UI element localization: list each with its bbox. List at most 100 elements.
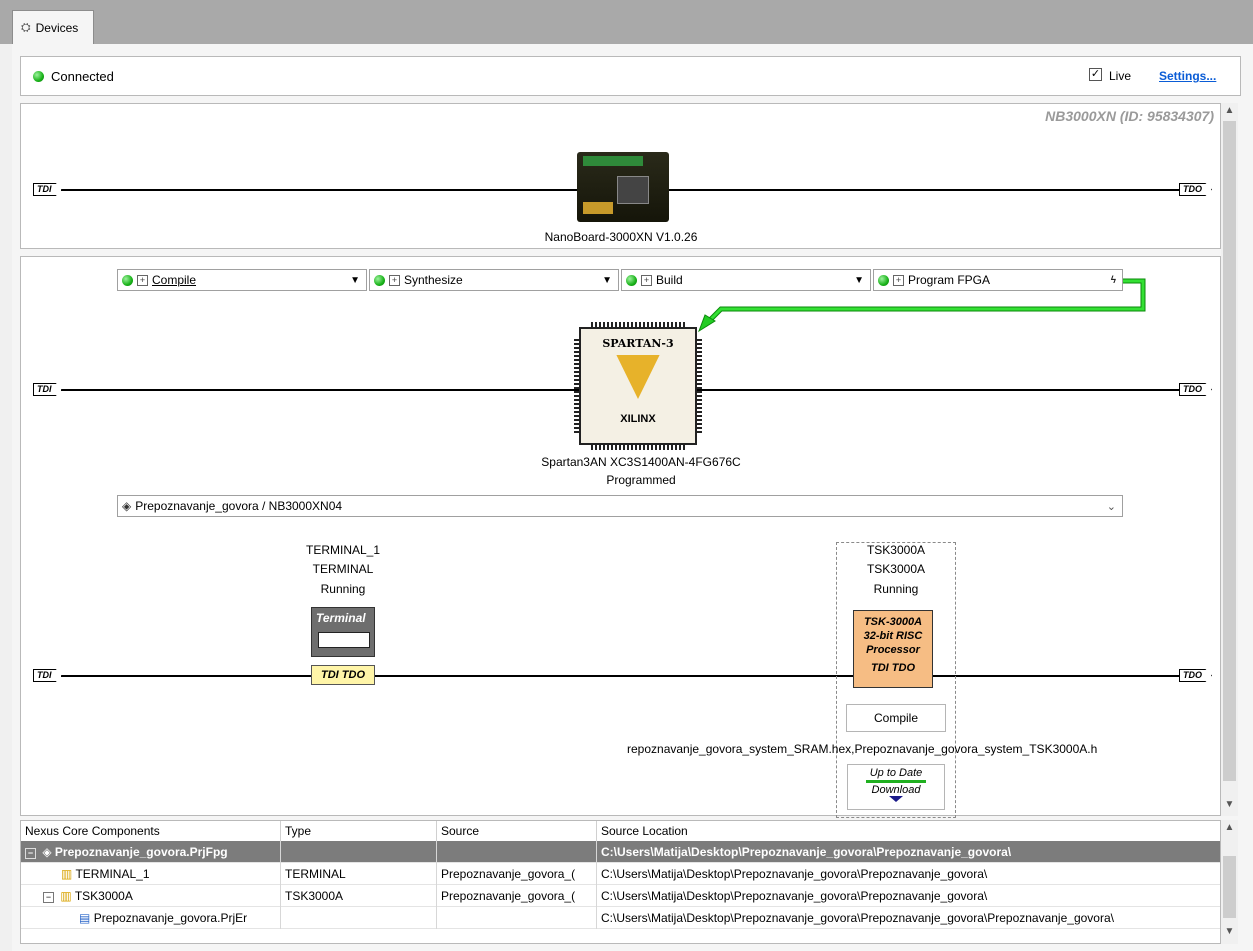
tsk-files-label: repoznavanje_govora_system_SRAM.hex,Prep…: [627, 742, 1098, 756]
tab-devices[interactable]: ⛭ Devices: [12, 10, 94, 44]
scroll-up-icon[interactable]: ▲: [1221, 105, 1238, 116]
component-icon: ▥: [60, 889, 72, 903]
download-label: Download: [871, 784, 921, 796]
terminal-state: Running: [320, 582, 366, 596]
table-scrollbar[interactable]: ▲ ▼: [1221, 820, 1238, 944]
compile-status-icon: [122, 274, 133, 286]
terminal-type: TERMINAL: [312, 562, 374, 576]
scroll-down-icon[interactable]: ▼: [1221, 926, 1238, 937]
board-name-label: NanoBoard-3000XN V1.0.26: [544, 230, 698, 244]
settings-link[interactable]: Settings...: [1159, 69, 1216, 83]
terminal-jtag-port: TDI TDO: [311, 665, 375, 685]
row-name-cell: − ◈ Prepoznavanje_govora.PrjFpg: [21, 841, 281, 863]
board-chip-icon: [617, 176, 649, 204]
board-tdo-icon: TDO: [1179, 183, 1212, 196]
chevron-down-icon[interactable]: ⌄: [1107, 500, 1116, 513]
row-source: [437, 841, 597, 863]
fpga-vendor-label: XILINX: [620, 413, 656, 425]
build-status-icon: [626, 274, 637, 286]
table-row[interactable]: ▥ TERMINAL_1 TERMINAL Prepoznavanje_govo…: [21, 863, 1220, 885]
board-id-label: NB3000XN (ID: 95834307): [1045, 108, 1214, 124]
tab-devices-label: Devices: [35, 20, 79, 35]
terminal-screen-icon: [318, 632, 370, 648]
scroll-up-icon[interactable]: ▲: [1221, 822, 1238, 833]
tsk-line-2: 32-bit RISC: [863, 630, 923, 642]
tab-strip: [0, 0, 1253, 44]
table-row[interactable]: − ▥ TSK3000A TSK3000A Prepoznavanje_govo…: [21, 885, 1220, 907]
scroll-thumb[interactable]: [1223, 856, 1236, 918]
expand-icon: +: [137, 274, 148, 286]
table-row[interactable]: ▤ Prepoznavanje_govora.PrjEr C:\Users\Ma…: [21, 907, 1220, 929]
nexus-components-table: Nexus Core Components Type Source Source…: [20, 820, 1221, 944]
fpga-chip-image[interactable]: SPARTAN-3 XILINX: [574, 322, 702, 450]
fpga-project-icon: ◈: [42, 845, 52, 859]
compile-label: Compile: [152, 273, 197, 287]
column-header-name[interactable]: Nexus Core Components: [21, 821, 281, 841]
scroll-thumb[interactable]: [1223, 121, 1236, 781]
terminal-device-image[interactable]: Terminal: [311, 607, 375, 657]
row-source: Prepoznavanje_govora_(: [437, 863, 597, 885]
column-header-type[interactable]: Type: [281, 821, 437, 841]
row-name-cell: − ▥ TSK3000A: [21, 885, 281, 907]
board-panel: NB3000XN (ID: 95834307) TDI TDO NanoBoar…: [20, 103, 1221, 249]
embedded-project-icon: ▤: [79, 911, 91, 925]
row-type: TERMINAL: [281, 863, 437, 885]
row-location: C:\Users\Matija\Desktop\Prepoznavanje_go…: [601, 845, 1012, 859]
row-name-cell: ▤ Prepoznavanje_govora.PrjEr: [21, 907, 281, 929]
expand-icon: +: [641, 274, 652, 286]
live-checkbox[interactable]: ✓: [1089, 68, 1102, 81]
tsk-type: TSK3000A: [866, 562, 926, 576]
chevron-down-icon[interactable]: ▼: [602, 275, 612, 286]
table-row[interactable]: − ◈ Prepoznavanje_govora.PrjFpg C:\Users…: [21, 841, 1220, 863]
tsk-compile-button[interactable]: Compile: [846, 704, 946, 732]
row-location: C:\Users\Matija\Desktop\Prepoznavanje_go…: [601, 867, 988, 881]
soft-tdo-icon: TDO: [1179, 669, 1212, 682]
row-source: Prepoznavanje_govora_(: [437, 885, 597, 907]
live-label: Live: [1109, 69, 1132, 83]
collapse-icon[interactable]: −: [25, 848, 36, 859]
row-name-cell: ▥ TERMINAL_1: [21, 863, 281, 885]
devices-icon: ⛭: [21, 20, 31, 34]
synthesize-label: Synthesize: [404, 273, 463, 287]
nanoboard-image[interactable]: [577, 152, 669, 222]
fpga-state-label: Programmed: [606, 473, 676, 487]
tsk3000a-processor-image[interactable]: TSK-3000A 32-bit RISC Processor TDI TDO: [853, 610, 933, 688]
project-select[interactable]: ◈ Prepoznavanje_govora / NB3000XN04 ⌄: [117, 495, 1123, 517]
fpga-panel: + Compile ▼ + Synthesize ▼ + Build ▼ + P…: [20, 256, 1221, 818]
devices-scrollbar[interactable]: ▲ ▼: [1221, 103, 1238, 816]
compile-step[interactable]: + Compile ▼: [117, 269, 367, 291]
row-location: C:\Users\Matija\Desktop\Prepoznavanje_go…: [601, 911, 1114, 925]
spartan-logo-icon: [616, 355, 660, 399]
fpga-brand-label: SPARTAN-3: [602, 337, 674, 350]
board-connector-icon: [583, 202, 613, 214]
fpga-part-label: Spartan3AN XC3S1400AN-4FG676C: [541, 455, 741, 469]
row-name: Prepoznavanje_govora.PrjEr: [93, 911, 248, 925]
fpga-tdo-icon: TDO: [1179, 383, 1212, 396]
synthesize-status-icon: [374, 274, 385, 286]
terminal-badge: Terminal: [316, 611, 366, 625]
terminal-name: TERMINAL_1: [305, 543, 381, 557]
board-header-icon: [583, 156, 643, 166]
row-name: Prepoznavanje_govora.PrjFpg: [54, 845, 228, 859]
synthesize-step[interactable]: + Synthesize ▼: [369, 269, 619, 291]
up-to-date-label: Up to Date: [869, 767, 923, 779]
soft-chain-line: [61, 675, 1181, 677]
row-name: TERMINAL_1: [75, 867, 150, 881]
scroll-down-icon[interactable]: ▼: [1221, 799, 1238, 810]
chevron-down-icon[interactable]: ▼: [350, 275, 360, 286]
tsk-line-3: Processor: [866, 644, 920, 656]
tsk-jtag-port: TDI TDO: [871, 662, 915, 674]
row-name: TSK3000A: [74, 889, 133, 903]
tsk-name: TSK3000A: [866, 543, 926, 557]
row-type: TSK3000A: [281, 885, 437, 907]
soft-tdi-icon: TDI: [33, 669, 62, 682]
column-header-source[interactable]: Source: [437, 821, 597, 841]
tsk-state: Running: [873, 582, 919, 596]
tsk-download-button[interactable]: Up to Date Download: [847, 764, 945, 810]
project-icon: ◈: [122, 499, 132, 513]
column-header-location[interactable]: Source Location: [597, 821, 1220, 841]
collapse-icon[interactable]: −: [43, 892, 54, 903]
download-arrow-icon: [889, 796, 903, 802]
row-type: [281, 907, 437, 929]
connected-label: Connected: [51, 69, 114, 84]
